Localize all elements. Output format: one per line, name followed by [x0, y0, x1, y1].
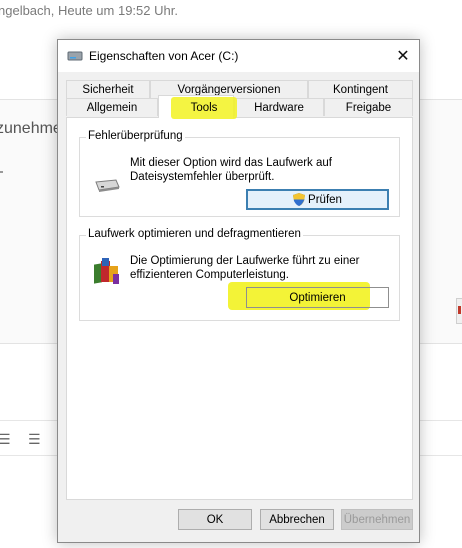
list-icon[interactable]: ☰ — [28, 431, 41, 448]
dialog-title: Eigenschaften von Acer (C:) — [89, 49, 239, 63]
hard-drive-icon — [95, 179, 120, 192]
tab-tools-label[interactable]: Tools — [171, 97, 237, 119]
background-heading: zunehme — [0, 120, 62, 137]
tab-freigabe[interactable]: Freigabe — [324, 98, 413, 116]
align-icon[interactable]: ☰ — [0, 431, 11, 448]
drive-icon — [67, 51, 83, 61]
uac-shield-icon — [293, 193, 306, 206]
error-check-title: Fehlerüberprüfung — [86, 130, 185, 142]
optimieren-button[interactable]: Optimieren — [246, 287, 389, 308]
ok-button[interactable]: OK — [178, 509, 252, 530]
close-button[interactable]: ✕ — [387, 40, 419, 72]
properties-dialog: Eigenschaften von Acer (C:) ✕ Sicherheit… — [57, 39, 420, 543]
tab-kontingent[interactable]: Kontingent — [308, 80, 413, 98]
optimize-description: Die Optimierung der Laufwerke führt zu e… — [130, 255, 360, 281]
tab-allgemein[interactable]: Allgemein — [66, 98, 158, 116]
tab-sicherheit[interactable]: Sicherheit — [66, 80, 150, 98]
title-bar[interactable]: Eigenschaften von Acer (C:) ✕ — [58, 40, 419, 72]
tools-tab-pane: Fehlerüberprüfung Mit dieser Option wird… — [66, 117, 413, 500]
defrag-icon — [94, 258, 119, 284]
pruefen-label: Prüfen — [308, 193, 342, 206]
pruefen-button[interactable]: Prüfen — [246, 189, 389, 210]
optimize-title: Laufwerk optimieren und defragmentieren — [86, 228, 303, 240]
error-check-description: Mit dieser Option wird das Laufwerk auf … — [130, 157, 332, 183]
optimize-group: Laufwerk optimieren und defragmentieren … — [79, 228, 400, 321]
background-meta-line: ngelbach, Heute um 19:52 Uhr. — [0, 3, 178, 18]
background-side-mark — [458, 306, 461, 314]
cancel-button[interactable]: Abbrechen — [260, 509, 334, 530]
apply-button[interactable]: Übernehmen — [341, 509, 413, 530]
background-dot — [0, 171, 3, 173]
tab-hardware[interactable]: Hardware — [234, 98, 324, 116]
error-check-group: Fehlerüberprüfung Mit dieser Option wird… — [79, 130, 400, 217]
close-icon: ✕ — [396, 48, 410, 65]
